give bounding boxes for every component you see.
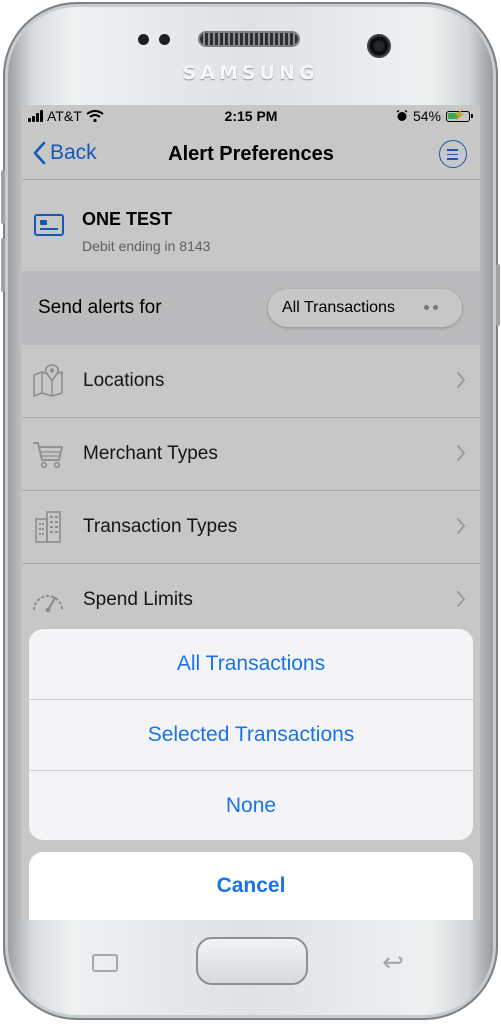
option-all-transactions[interactable]: All Transactions — [29, 629, 473, 700]
front-camera — [367, 34, 391, 58]
proximity-sensor — [138, 34, 149, 45]
home-button — [196, 937, 308, 985]
hardware-back-icon: ↩ — [382, 947, 404, 977]
action-sheet: All Transactions Selected Transactions N… — [29, 629, 473, 840]
device-brand: SAMSUNG — [182, 62, 319, 84]
light-sensor — [159, 34, 170, 45]
power-button — [496, 264, 500, 326]
volume-down-button — [1, 238, 5, 292]
app-screen: AT&T 2:15 PM 54% ⚡ Back Alert Preference… — [22, 105, 480, 920]
earpiece-speaker — [200, 33, 298, 45]
recent-apps-icon — [92, 954, 118, 972]
volume-up-button — [1, 170, 5, 224]
option-selected-transactions[interactable]: Selected Transactions — [29, 700, 473, 771]
cancel-button[interactable]: Cancel — [29, 852, 473, 920]
app-content: AT&T 2:15 PM 54% ⚡ Back Alert Preference… — [22, 105, 480, 920]
option-none[interactable]: None — [29, 771, 473, 840]
